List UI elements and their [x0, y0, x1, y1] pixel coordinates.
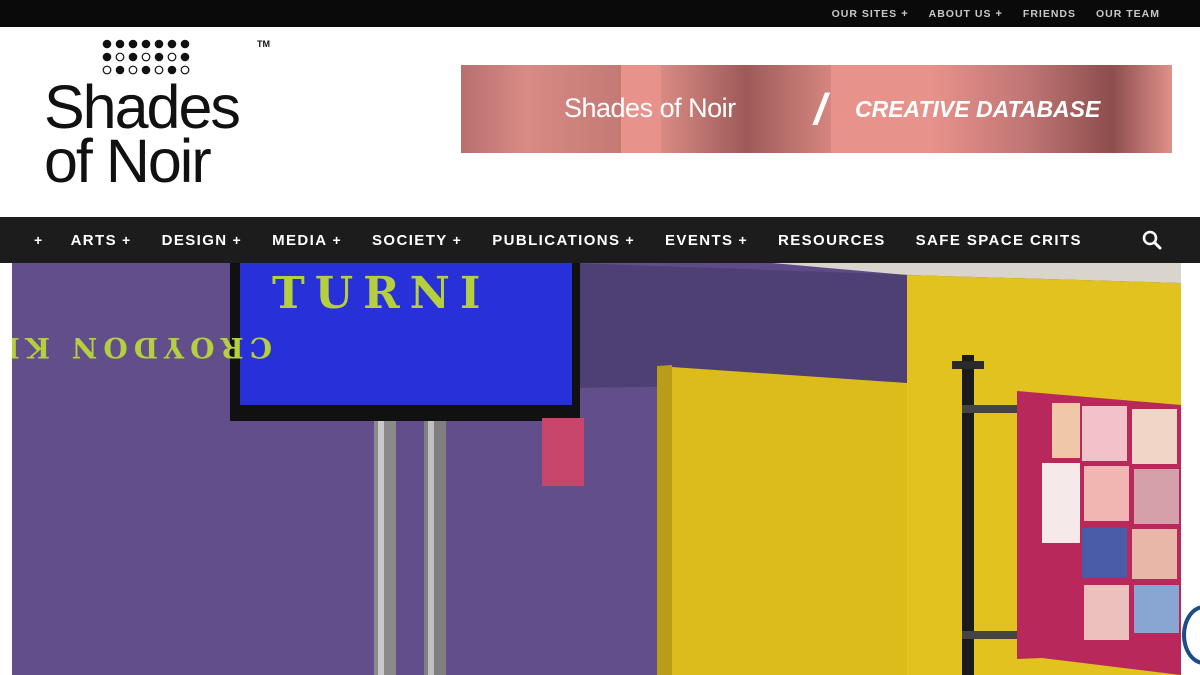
plus-icon: + — [452, 232, 463, 248]
search-icon[interactable] — [1142, 230, 1162, 250]
nav-expand-button[interactable]: + — [34, 232, 44, 248]
hero-illustration: TURNI CROYDON KEE — [12, 263, 1181, 675]
top-link-our-team[interactable]: OUR TEAM — [1096, 8, 1160, 20]
top-links: OUR SITES + ABOUT US + FRIENDS OUR TEAM — [832, 0, 1160, 27]
plus-icon: + — [625, 232, 636, 248]
nav-item-publications[interactable]: PUBLICATIONS + — [492, 232, 635, 249]
banner-subtitle: CREATIVE DATABASE — [855, 96, 1101, 122]
creative-database-banner[interactable]: Shades of Noir / CREATIVE DATABASE — [461, 65, 1172, 153]
nav-item-arts[interactable]: ARTS + — [71, 232, 132, 249]
plus-icon: + — [995, 7, 1003, 20]
banner-slash: / — [814, 85, 827, 134]
logo-text-line-2: of Noir — [44, 127, 212, 195]
site-header: TM Shades of Noir Shades of Noir / CREAT… — [0, 27, 1200, 217]
plus-icon: + — [122, 232, 132, 248]
nav-item-society[interactable]: SOCIETY + — [372, 232, 462, 249]
plus-icon: + — [738, 232, 749, 248]
plus-icon: + — [332, 232, 343, 248]
screen-text-1: TURNI — [272, 268, 490, 319]
plus-icon: + — [34, 232, 44, 248]
nav-item-safe-space-crits[interactable]: SAFE SPACE CRITS — [916, 232, 1082, 249]
nav-item-media[interactable]: MEDIA + — [272, 232, 342, 249]
nav-item-design[interactable]: DESIGN + — [162, 232, 243, 249]
site-logo[interactable]: TM Shades of Noir — [44, 39, 284, 209]
top-utility-bar: OUR SITES + ABOUT US + FRIENDS OUR TEAM — [0, 0, 1200, 27]
nav-item-events[interactable]: EVENTS + — [665, 232, 748, 249]
screen-text-2: CROYDON KEE — [12, 331, 272, 364]
nav-menu: + ARTS + DESIGN + MEDIA + SOCIETY + PUBLICAT… — [34, 217, 1112, 263]
hero-image[interactable]: TURNI CROYDON KEE — [12, 263, 1181, 675]
trademark-mark: TM — [257, 39, 270, 49]
top-link-our-sites[interactable]: OUR SITES + — [832, 8, 909, 20]
main-navigation: + ARTS + DESIGN + MEDIA + SOCIETY + PUBLICAT… — [0, 217, 1200, 263]
nav-item-resources[interactable]: RESOURCES — [778, 232, 886, 249]
top-link-about-us[interactable]: ABOUT US + — [929, 8, 1003, 20]
plus-icon: + — [901, 7, 909, 20]
banner-title: Shades of Noir — [564, 93, 736, 123]
scroll-to-top-icon[interactable] — [1182, 605, 1200, 665]
top-link-friends[interactable]: FRIENDS — [1023, 8, 1076, 20]
plus-icon: + — [232, 232, 243, 248]
